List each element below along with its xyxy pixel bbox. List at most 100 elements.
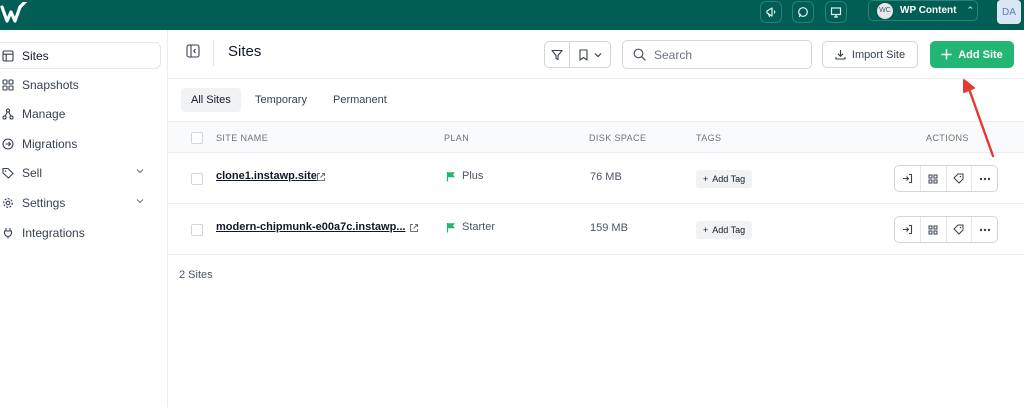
presentation-button[interactable] (825, 1, 847, 23)
chevron-down-icon (594, 52, 601, 57)
arrow-circle-icon (2, 137, 14, 150)
disk-space-value: 159 MB (590, 222, 628, 234)
instawp-logo[interactable] (0, 2, 32, 26)
site-count: 2 Sites (179, 269, 213, 281)
column-plan: PLAN (444, 133, 470, 143)
column-disk-space: DISK SPACE (589, 133, 647, 143)
page-header: Sites Import Site Add Site (168, 30, 1024, 79)
plus-icon (941, 49, 952, 60)
login-action[interactable] (895, 166, 921, 191)
sidebar-toggle-icon[interactable] (186, 44, 200, 58)
plus-icon: + (703, 174, 709, 184)
login-action[interactable] (895, 217, 921, 242)
user-avatar[interactable]: DA (997, 0, 1021, 24)
apps-action[interactable] (921, 166, 947, 191)
external-link-icon[interactable] (409, 223, 419, 233)
search-icon (633, 48, 646, 61)
plan-cell: Starter (446, 221, 495, 233)
chevron-down-icon (136, 199, 144, 204)
sidebar-item-sell[interactable]: Sell (0, 159, 161, 186)
row-actions (894, 165, 998, 192)
more-actions-button[interactable] (972, 166, 997, 191)
download-icon (835, 50, 846, 60)
plan-label: Starter (462, 221, 496, 233)
sidebar-item-label: Sell (22, 165, 43, 180)
announcements-button[interactable] (760, 1, 782, 23)
annotation-arrow-icon (963, 79, 995, 158)
tag-icon (953, 224, 964, 235)
plug-icon (3, 227, 13, 238)
sidebar-item-migrations[interactable]: Migrations (0, 130, 161, 157)
tag-action[interactable] (947, 217, 973, 242)
table-row: clone1.instawp.site Plus 76 MB + Add Tag (168, 153, 1024, 204)
sidebar-item-label: Integrations (22, 225, 85, 240)
sidebar-item-settings[interactable]: Settings (0, 189, 161, 216)
sidebar-item-label: Manage (22, 106, 66, 121)
sidebar-item-manage[interactable]: Manage (0, 100, 161, 127)
sidebar-item-label: Snapshots (22, 77, 79, 92)
megaphone-icon (766, 7, 776, 18)
column-tags: TAGS (696, 133, 722, 143)
tab-temporary[interactable]: Temporary (245, 88, 317, 112)
top-bar: WC WP Content ⌃ DA (0, 0, 1024, 30)
add-tag-label: Add Tag (712, 225, 746, 235)
sidebar-item-snapshots[interactable]: Snapshots (0, 71, 161, 98)
sidebar-item-integrations[interactable]: Integrations (0, 219, 161, 246)
sidebar-item-label: Sites (22, 48, 49, 63)
import-site-button[interactable]: Import Site (822, 41, 918, 68)
grid-icon (928, 174, 938, 183)
search-input[interactable] (654, 47, 804, 62)
filter-icon (551, 49, 563, 60)
page-title: Sites (228, 43, 262, 60)
more-actions-button[interactable] (972, 217, 997, 242)
sidebar-item-label: Settings (22, 195, 66, 210)
add-site-button[interactable]: Add Site (930, 41, 1014, 68)
sign-in-icon (902, 224, 912, 235)
tab-all-sites[interactable]: All Sites (181, 88, 241, 112)
search-box[interactable] (622, 40, 812, 69)
divider (213, 40, 214, 66)
gear-icon (3, 197, 13, 208)
plan-label: Plus (462, 170, 484, 182)
select-all-checkbox[interactable] (191, 132, 203, 144)
presentation-icon (830, 7, 842, 18)
row-checkbox[interactable] (191, 224, 203, 236)
add-site-label: Add Site (958, 48, 1003, 61)
apps-action[interactable] (921, 217, 947, 242)
sign-in-icon (902, 173, 912, 184)
workspace-selector[interactable]: WC WP Content ⌃ (868, 0, 978, 21)
sidebar-item-label: Migrations (22, 136, 78, 151)
import-site-label: Import Site (851, 48, 906, 61)
chevron-updown-icon: ⌃ (966, 5, 975, 15)
plus-icon: + (703, 225, 709, 235)
tag-icon (2, 167, 14, 179)
row-checkbox[interactable] (191, 173, 203, 185)
sidebar: Sites Snapshots Manage Migrations Sell S… (0, 30, 168, 407)
add-tag-button[interactable]: + Add Tag (696, 170, 753, 188)
saved-views-button[interactable] (569, 41, 611, 68)
sites-table: SITE NAME PLAN DISK SPACE TAGS ACTIONS c… (168, 121, 1024, 255)
site-link[interactable]: modern-chipmunk-e00a7c.instawp... (216, 221, 406, 233)
workspace-name: WP Content (900, 5, 957, 16)
chat-bubble-icon (798, 7, 808, 18)
tab-permanent[interactable]: Permanent (323, 88, 397, 112)
add-tag-button[interactable]: + Add Tag (696, 221, 753, 239)
filter-button[interactable] (544, 41, 570, 68)
disk-space-value: 76 MB (590, 171, 622, 183)
row-actions (894, 216, 998, 243)
layout-icon (2, 49, 14, 62)
site-filter-tabs: All Sites Temporary Permanent (168, 79, 1024, 121)
sidebar-item-sites[interactable]: Sites (0, 42, 161, 69)
bookmark-icon (578, 48, 588, 61)
flag-icon (446, 222, 455, 232)
site-link[interactable]: clone1.instawp.site (216, 170, 317, 182)
tag-icon (953, 173, 964, 184)
external-link-icon[interactable] (316, 172, 326, 182)
chat-button[interactable] (792, 1, 814, 23)
chevron-down-icon (136, 169, 144, 174)
column-site-name: SITE NAME (216, 133, 269, 143)
workspace-avatar: WC (877, 2, 893, 19)
tag-action[interactable] (947, 166, 973, 191)
add-tag-label: Add Tag (712, 174, 746, 184)
plan-cell: Plus (446, 170, 483, 182)
